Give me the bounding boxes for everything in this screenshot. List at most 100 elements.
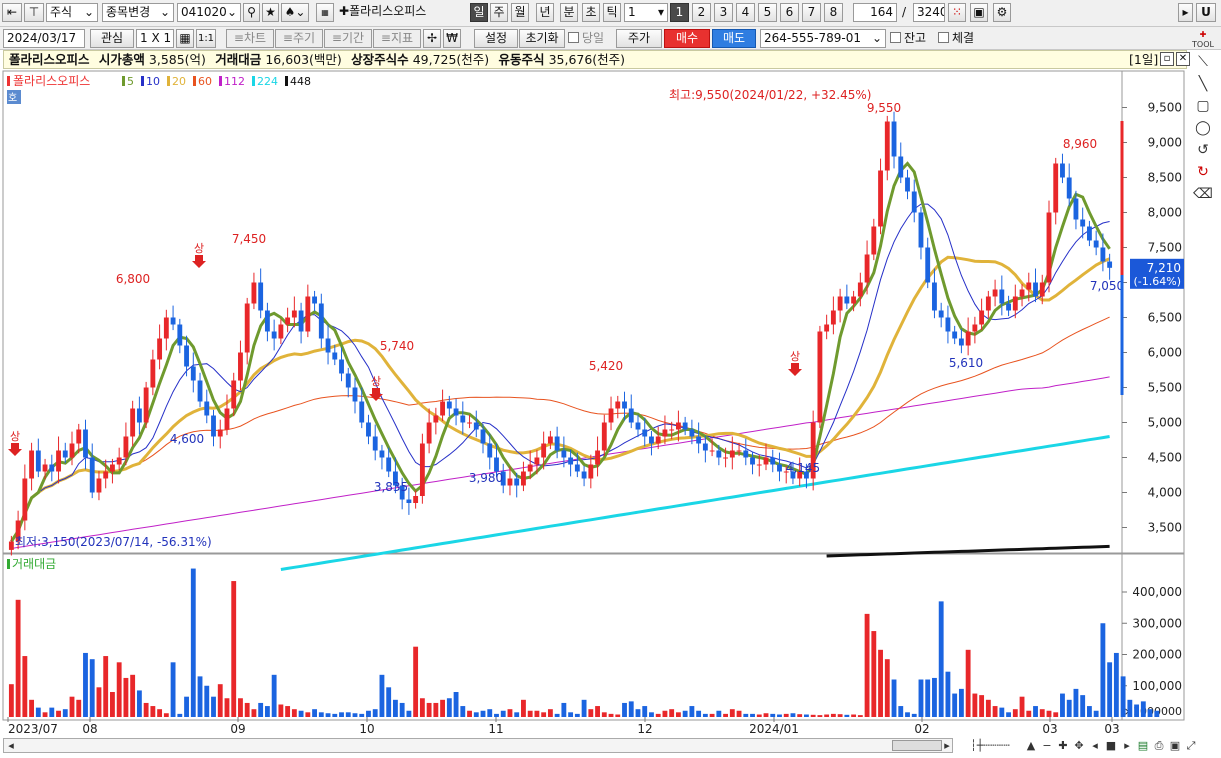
reset-button[interactable]: 초기화 [519, 29, 565, 48]
calculator-icon[interactable]: ▦ [176, 29, 194, 48]
date-tick-label: 12 [637, 722, 652, 736]
ratio-button[interactable]: 1:1 [196, 29, 216, 48]
won-button[interactable]: ₩ [443, 29, 461, 48]
balance-checkbox[interactable]: 잔고 [890, 29, 926, 47]
candle-body [473, 422, 479, 430]
layout-number-4[interactable]: 4 [736, 3, 755, 22]
zoom-in-icon[interactable]: ✚ [1056, 738, 1070, 753]
volume-bar [433, 702, 439, 717]
period-value-select[interactable]: 1 ▾ [624, 3, 668, 22]
layout-number-8[interactable]: 8 [824, 3, 843, 22]
print-icon[interactable]: ⎙ [1152, 738, 1166, 753]
period-tab-week[interactable]: 주 [490, 3, 508, 22]
candle-body [938, 310, 944, 318]
crosshair-icon[interactable]: ✢ [423, 29, 441, 48]
period-tab-tick[interactable]: 틱 [603, 3, 621, 22]
diagonal-tool-icon[interactable]: ╲ [1190, 74, 1216, 94]
layout-number-6[interactable]: 6 [780, 3, 799, 22]
fill-checkbox[interactable]: 체결 [938, 29, 974, 47]
zoom-out-icon[interactable]: − [1040, 738, 1054, 753]
stock-change-select[interactable]: 종목변경 ⌄ [102, 3, 174, 22]
volume-bar [467, 710, 472, 717]
volume-bar [22, 656, 28, 717]
tab-range[interactable]: ≡기간 [324, 29, 372, 48]
layout-number-7[interactable]: 7 [802, 3, 821, 22]
period-tab-year[interactable]: 년 [536, 3, 554, 22]
undo-icon[interactable]: ↺ [1190, 140, 1216, 160]
candle-body [143, 387, 149, 423]
layout-number-3[interactable]: 3 [714, 3, 733, 22]
scroll-right-icon[interactable]: ▸ [940, 738, 954, 753]
tab-cycle[interactable]: ≡주기 [275, 29, 323, 48]
date-input[interactable]: 2024/03/17 [3, 29, 85, 48]
candle-body [1006, 303, 1011, 311]
account-select[interactable]: 264-555-789-01 ⌄ [760, 29, 886, 48]
eraser-icon[interactable]: ⌫ [1190, 184, 1216, 204]
grid-icon[interactable]: ▦ [316, 3, 334, 22]
candle-body [830, 310, 836, 325]
volume-tick-label: 100,000 [1132, 679, 1182, 693]
today-checkbox[interactable]: 당일 [568, 29, 604, 47]
star-icon[interactable]: ★ [262, 3, 279, 22]
pin-button[interactable]: ⊤ [24, 3, 44, 22]
scroll-thumb[interactable] [892, 740, 942, 751]
tab-indicator[interactable]: ≡지표 [373, 29, 421, 48]
redo-icon[interactable]: ↻ [1190, 162, 1216, 182]
candle-body [211, 415, 216, 437]
color-grid-icon[interactable]: ⁙ [948, 3, 966, 22]
expand-right-button[interactable]: ▸ [1178, 3, 1193, 22]
scroll-left-icon[interactable]: ◂ [4, 738, 18, 753]
close-window-icon[interactable]: ✕ [1176, 52, 1190, 66]
sell-button[interactable]: 매도 [712, 29, 756, 48]
volume-bar [507, 709, 513, 717]
play-back-icon[interactable]: ◂ [1088, 738, 1102, 753]
candle-body [1053, 163, 1059, 213]
fullscreen-icon[interactable]: ⤢ [1184, 738, 1198, 753]
market-select[interactable]: 주식 ⌄ [46, 3, 98, 22]
zoom-up-icon[interactable]: ▲ [1024, 738, 1038, 753]
candle-body [318, 303, 324, 339]
period-tab-day[interactable]: 일 [470, 3, 488, 22]
layout-field[interactable]: 1 X 1 [136, 29, 174, 48]
interest-button[interactable]: 관심 [90, 29, 134, 48]
buy-button[interactable]: 매수 [664, 29, 710, 48]
move-icon[interactable]: ✥ [1072, 738, 1086, 753]
price-button[interactable]: 주가 [616, 29, 662, 48]
circle-tool-icon[interactable]: ◯ [1190, 118, 1216, 138]
stock-chart[interactable]: 폴라리스오피스 5 10 20 60 112 224 448 호 9,500 9,000 8,500 8… [0, 70, 1190, 738]
count-input[interactable]: 164 [853, 3, 897, 22]
volume-bar [1120, 676, 1126, 717]
search-icon[interactable]: ⚲ [243, 3, 260, 22]
zoom-slider-icon[interactable]: ┆┼┄┄┄┄ [958, 738, 1022, 753]
layout-number-5[interactable]: 5 [758, 3, 777, 22]
chart-scrollbar[interactable] [3, 738, 953, 753]
user-button[interactable]: U [1196, 3, 1216, 22]
restore-window-icon[interactable]: ▫ [1160, 52, 1174, 66]
gear-icon[interactable]: ⚙ [993, 3, 1011, 22]
stop-icon[interactable]: ■ [1104, 738, 1118, 753]
layout-number-1[interactable]: 1 [670, 3, 689, 22]
volume-unit-label: ×1000000 [1124, 705, 1182, 718]
play-icon[interactable]: ▸ [1120, 738, 1134, 753]
period-tab-month[interactable]: 월 [511, 3, 529, 22]
tool-menu-icon[interactable]: ✚ TOOL [1190, 30, 1216, 50]
save-icon[interactable]: ▣ [970, 3, 988, 22]
settings-button[interactable]: 설정 [474, 29, 518, 48]
stock-name-field[interactable]: ✚폴라리스오피스 [336, 3, 466, 22]
volume-bar [898, 706, 904, 717]
excel-icon[interactable]: ▤ [1136, 738, 1150, 753]
volume-bar [211, 696, 216, 717]
layout-number-2[interactable]: 2 [692, 3, 711, 22]
period-tab-second[interactable]: 초 [582, 3, 600, 22]
line-tool-icon[interactable]: ⟍ [1190, 52, 1216, 72]
disk-icon[interactable]: ▣ [1168, 738, 1182, 753]
sidebar-toggle-button[interactable]: ⇤ [2, 3, 22, 22]
tab-chart[interactable]: ≡차트 [226, 29, 274, 48]
candle-body [696, 436, 702, 444]
period-tab-minute[interactable]: 분 [560, 3, 578, 22]
spade-icon[interactable]: ♠⌄ [281, 3, 309, 22]
stock-code-input[interactable]: 041020 ⌄ [177, 3, 241, 22]
candle-body [170, 317, 176, 325]
candle-body [1026, 282, 1032, 290]
rectangle-tool-icon[interactable]: ▢ [1190, 96, 1216, 116]
